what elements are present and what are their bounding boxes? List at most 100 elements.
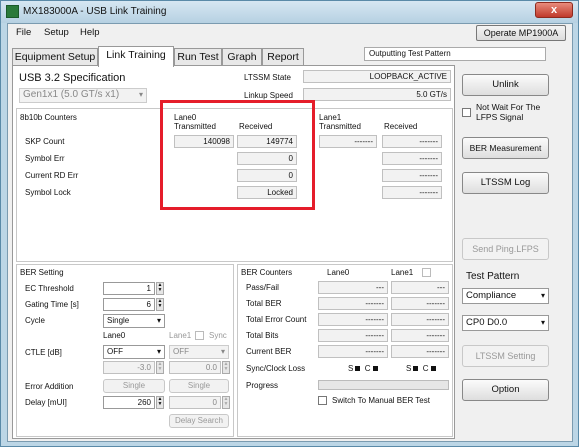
ber-setting-title: BER Setting <box>20 268 64 277</box>
cp-pattern-select[interactable]: CP0 D0.0 ▾ <box>462 315 549 331</box>
title-bar: MX183000A - USB Link Training x <box>1 1 578 23</box>
total-bits-lane0: ------- <box>318 329 388 342</box>
symbol-lock-label: Symbol Lock <box>25 188 71 197</box>
delay-label: Delay [mUI] <box>25 398 67 407</box>
lane1-rx-rd-err: ------- <box>382 169 442 182</box>
ltssm-log-button[interactable]: LTSSM Log <box>462 172 549 194</box>
chevron-down-icon: ▾ <box>156 347 161 356</box>
current-ber-label: Current BER <box>246 347 292 356</box>
tab-run-test[interactable]: Run Test <box>174 48 222 66</box>
manual-ber-label: Switch To Manual BER Test <box>332 396 430 405</box>
pass-fail-label: Pass/Fail <box>246 283 279 292</box>
chevron-down-icon: ▾ <box>540 318 545 327</box>
ber-lane1-header: Lane1 <box>169 331 192 340</box>
chevron-down-icon: ▾ <box>540 291 545 300</box>
spec-label: USB 3.2 Specification <box>19 72 126 84</box>
chevron-down-icon: ▾ <box>138 90 143 99</box>
ctle-lane0-value-field: -3.0 <box>103 361 155 374</box>
app-icon <box>6 5 19 18</box>
total-ber-lane0: ------- <box>318 297 388 310</box>
cycle-value: Single <box>107 316 130 325</box>
spec-value: Gen1x1 (5.0 GT/s x1) <box>23 89 120 100</box>
ec-threshold-spinner[interactable]: ▲ ▼ <box>156 282 164 295</box>
linkup-speed-field: 5.0 GT/s <box>303 88 451 101</box>
ctle-lane0-select[interactable]: OFF ▾ <box>103 345 165 359</box>
delay-lane0-spinner[interactable]: ▲ ▼ <box>156 396 164 409</box>
menu-setup[interactable]: Setup <box>44 27 69 38</box>
delay-lane0-input[interactable]: 260 <box>103 396 155 409</box>
symbol-err-label: Symbol Err <box>25 154 65 163</box>
highlight-box <box>160 100 315 210</box>
lane1-header: Lane1 <box>319 113 342 122</box>
skp-count-label: SKP Count <box>25 137 65 146</box>
ber-measurement-button[interactable]: BER Measurement <box>462 137 549 159</box>
tab-equipment-setup[interactable]: Equipment Setup <box>12 48 98 66</box>
ber-counters-group: BER Counters Lane0 Lane1 Pass/Fail --- -… <box>237 264 453 437</box>
test-pattern-select[interactable]: Compliance ▾ <box>462 288 549 304</box>
operate-mp1900a-button[interactable]: Operate MP1900A <box>476 25 566 41</box>
menu-file[interactable]: File <box>16 27 31 38</box>
total-bits-label: Total Bits <box>246 331 279 340</box>
unlink-button[interactable]: Unlink <box>462 74 549 96</box>
total-error-count-lane0: ------- <box>318 313 388 326</box>
manual-ber-checkbox[interactable] <box>318 396 327 405</box>
chevron-down-icon: ▾ <box>220 347 225 356</box>
gating-time-label: Gating Time [s] <box>25 300 79 309</box>
gating-time-input[interactable]: 6 <box>103 298 155 311</box>
not-wait-lfps-checkbox[interactable] <box>462 108 471 117</box>
not-wait-label: Not Wait For The <box>476 102 541 112</box>
sync-indicator-icon <box>413 366 419 372</box>
counters-title: 8b10b Counters <box>20 113 77 122</box>
sync-indicator-icon <box>355 366 361 372</box>
lane0-sync-indicator: S C <box>348 364 378 373</box>
close-button[interactable]: x <box>535 2 573 18</box>
ec-threshold-label: EC Threshold <box>25 284 74 293</box>
current-ber-lane1: ------- <box>391 345 449 358</box>
delay-lane1-input: 0 <box>169 396 221 409</box>
ec-threshold-input[interactable]: 1 <box>103 282 155 295</box>
tab-graph[interactable]: Graph <box>222 48 262 66</box>
error-addition-lane0-button[interactable]: Single <box>103 379 165 393</box>
cycle-label: Cycle <box>25 316 46 325</box>
ber-counters-title: BER Counters <box>241 268 293 277</box>
tab-report[interactable]: Report <box>262 48 304 66</box>
sync-s-label: S <box>348 364 354 373</box>
ctle-lane1-select: OFF ▾ <box>169 345 229 359</box>
total-error-count-label: Total Error Count <box>246 315 307 324</box>
status-field: Outputting Test Pattern <box>364 47 546 61</box>
ltssm-state-label: LTSSM State <box>244 73 291 82</box>
test-pattern-value: Compliance <box>466 290 517 301</box>
lane1-rx-symbol-lock: ------- <box>382 186 442 199</box>
chevron-down-icon: ▾ <box>156 316 161 325</box>
tab-link-training[interactable]: Link Training <box>98 46 174 67</box>
option-button[interactable]: Option <box>462 379 549 401</box>
linkup-speed-label: Linkup Speed <box>244 91 293 100</box>
ber-setting-group: BER Setting EC Threshold 1 ▲ ▼ Gating Tim… <box>16 264 234 437</box>
delay-search-button[interactable]: Delay Search <box>169 414 229 428</box>
ltssm-setting-button[interactable]: LTSSM Setting <box>462 345 549 367</box>
sync-checkbox[interactable] <box>195 331 204 340</box>
error-addition-label: Error Addition <box>25 382 74 391</box>
pass-fail-lane1: --- <box>391 281 449 294</box>
current-rd-err-label: Current RD Err <box>25 171 79 180</box>
sync-label: Sync <box>209 331 227 340</box>
error-addition-lane1-button[interactable]: Single <box>169 379 229 393</box>
cycle-select[interactable]: Single ▾ <box>103 314 165 328</box>
ber-lane0-header: Lane0 <box>103 331 126 340</box>
ctle-lane1-spinner: ▲ ▼ <box>222 361 230 374</box>
ber-counters-lane1-header: Lane1 <box>391 268 414 277</box>
total-error-count-lane1: ------- <box>391 313 449 326</box>
ber-counters-lane1-checkbox[interactable] <box>422 268 431 277</box>
send-ping-lfps-button[interactable]: Send Ping.LFPS <box>462 238 549 260</box>
gating-time-spinner[interactable]: ▲ ▼ <box>156 298 164 311</box>
menu-help[interactable]: Help <box>80 27 100 38</box>
app-window: MX183000A - USB Link Training x File Set… <box>0 0 579 447</box>
test-pattern-label: Test Pattern <box>466 271 520 282</box>
clock-indicator-icon <box>430 366 436 372</box>
ltssm-state-field: LOOPBACK_ACTIVE <box>303 70 451 83</box>
sync-clock-loss-label: Sync/Clock Loss <box>246 364 306 373</box>
lane1-tx-skp: ------- <box>319 135 377 148</box>
client-area: File Setup Help Operate MP1900A Equipmen… <box>7 23 573 442</box>
total-ber-label: Total BER <box>246 299 282 308</box>
clock-indicator-icon <box>372 366 378 372</box>
